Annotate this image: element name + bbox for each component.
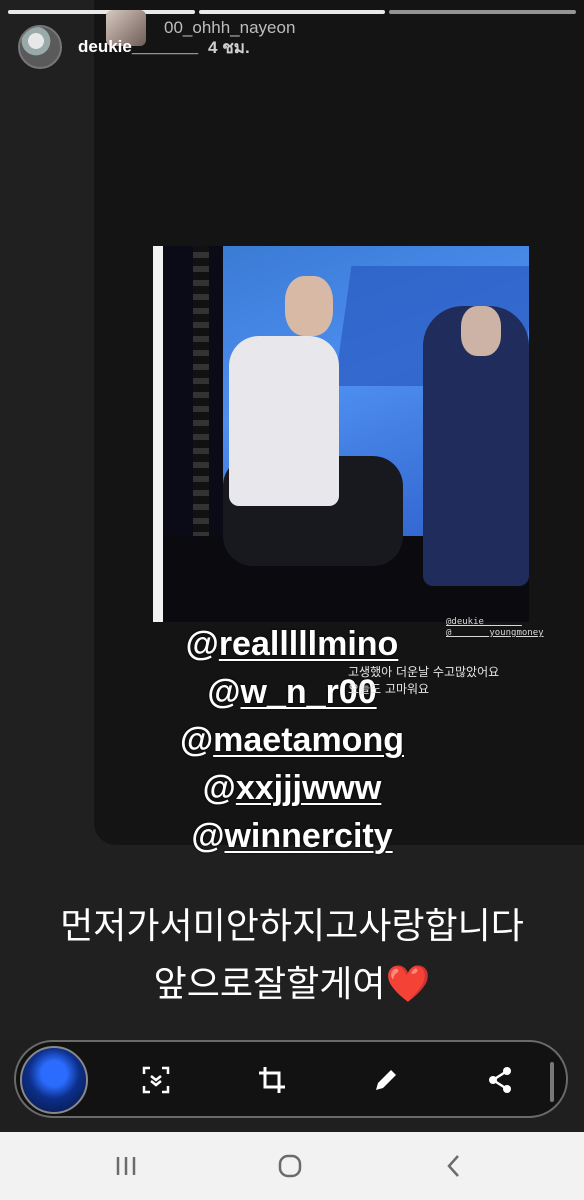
crop-icon[interactable]	[256, 1064, 288, 1096]
second-performer-head	[461, 306, 501, 356]
photo-edge	[153, 246, 163, 622]
screenshot-toolbar	[14, 1040, 568, 1118]
photo-caption: 고생했아 더운날 수고많았어요 오늘도 고마워요	[348, 664, 499, 698]
progress-segment	[389, 10, 577, 14]
mention-link[interactable]: @maetamong	[0, 716, 584, 764]
story-time: 4 ชม.	[208, 37, 250, 57]
story-header[interactable]: deukie_______ 4 ชม.	[18, 24, 250, 70]
toolbar-scrollbar	[550, 1062, 554, 1102]
mention-link[interactable]: @realllllmino	[0, 620, 584, 668]
mention-link[interactable]: @winnercity	[0, 812, 584, 860]
story-username[interactable]: deukie_______	[78, 37, 198, 57]
mention-text[interactable]: xxjjjwww	[236, 769, 382, 807]
performer-shirt	[229, 336, 339, 506]
screenshot-thumbnail[interactable]	[20, 1046, 88, 1114]
back-button[interactable]	[434, 1150, 474, 1182]
mention-text[interactable]: winnercity	[224, 817, 392, 855]
home-button[interactable]	[270, 1150, 310, 1182]
story-viewer[interactable]: 00_ohhh_nayeon deukie_______ 4 ชม. @deuk…	[0, 0, 584, 1040]
mention-text[interactable]: maetamong	[213, 721, 404, 759]
android-nav-bar	[0, 1132, 584, 1200]
heart-icon: ❤️	[385, 964, 431, 1005]
message-line-1: 먼저가서미안하지고사랑합니다	[60, 906, 524, 947]
caption-line: 오늘도 고마워요	[348, 682, 430, 696]
smart-select-icon[interactable]	[140, 1064, 172, 1096]
concert-photo	[153, 246, 529, 622]
caption-line: 고생했아 더운날 수고많았어요	[348, 665, 500, 679]
mention-link[interactable]: @xxjjjwww	[0, 764, 584, 812]
avatar[interactable]	[18, 25, 62, 69]
performer-head	[285, 276, 333, 336]
share-icon[interactable]	[484, 1064, 516, 1096]
mentions-list: @realllllmino @w_n_r00 @maetamong @xxjjj…	[0, 620, 584, 860]
message-line-2-text: 앞으로잘할게여	[153, 964, 386, 1005]
draw-icon[interactable]	[370, 1064, 402, 1096]
recents-button[interactable]	[106, 1150, 146, 1182]
story-message: 먼저가서미안하지고사랑합니다 앞으로잘할게여❤️	[0, 898, 584, 1014]
mention-text[interactable]: realllllmino	[219, 625, 399, 663]
message-line-2: 앞으로잘할게여❤️	[0, 956, 584, 1014]
